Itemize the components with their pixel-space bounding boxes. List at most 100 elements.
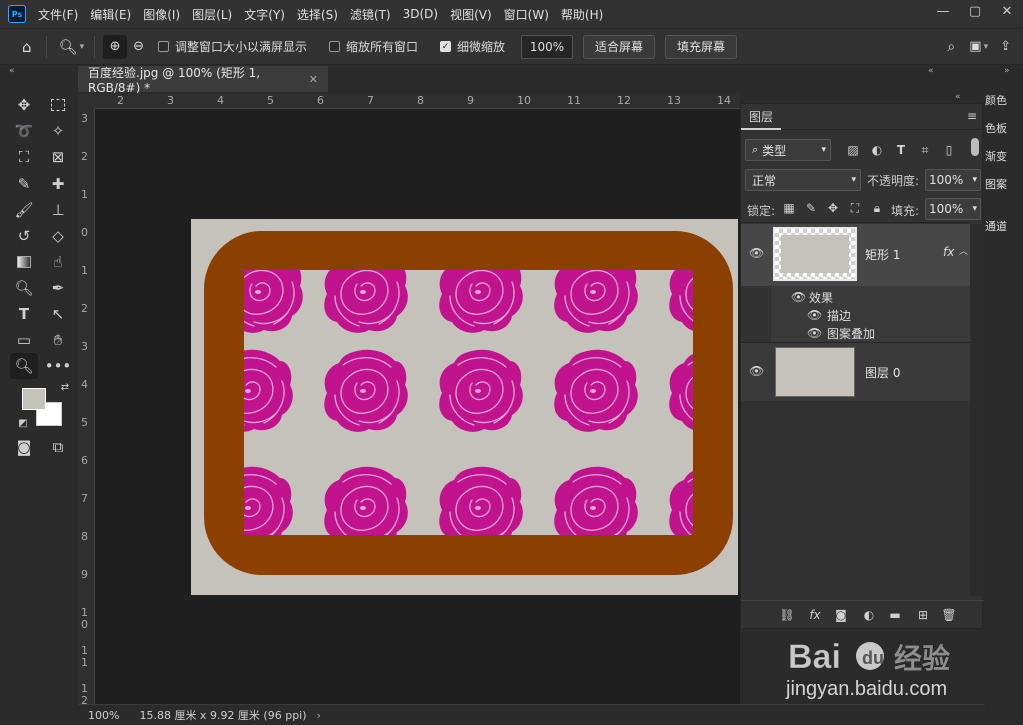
minimize-icon[interactable]: —: [927, 0, 959, 22]
close-window-icon[interactable]: ✕: [991, 0, 1023, 22]
pen-tool-icon[interactable]: ✒: [44, 275, 72, 301]
visibility-eye-icon[interactable]: 👁︎: [807, 308, 822, 322]
menu-image[interactable]: 图像(I): [143, 6, 180, 23]
quick-mask-icon[interactable]: ◙: [10, 434, 38, 460]
swap-colors-icon[interactable]: ⇄: [58, 380, 72, 394]
stamp-tool-icon[interactable]: ⊥: [44, 197, 72, 223]
frame-tool-icon[interactable]: ⊠: [44, 144, 72, 170]
path-select-tool-icon[interactable]: ↖: [44, 301, 72, 327]
tab-layers[interactable]: 图层: [741, 104, 781, 130]
vertical-ruler[interactable]: 32101234567891 01 11 2: [78, 109, 95, 707]
zoom-tool-preset-icon[interactable]: 🔍︎: [59, 38, 78, 56]
opacity-field[interactable]: 100% ▾: [925, 169, 981, 191]
dock-gradients[interactable]: 渐变: [985, 148, 1023, 164]
chevron-down-icon[interactable]: ▾: [80, 42, 85, 52]
visibility-eye-icon[interactable]: 👁︎: [807, 326, 822, 340]
menu-file[interactable]: 文件(F): [38, 6, 78, 23]
filter-kind-select[interactable]: ⌕ 类型 ▾: [745, 139, 831, 161]
dodge-tool-icon[interactable]: 🔍︎: [10, 275, 38, 301]
gradient-tool-icon[interactable]: [10, 249, 38, 275]
document-canvas[interactable]: [191, 219, 738, 595]
menu-help[interactable]: 帮助(H): [561, 6, 603, 23]
visibility-eye-icon[interactable]: 👁︎: [749, 246, 764, 260]
dock-swatches[interactable]: 色板: [985, 120, 1023, 136]
blend-mode-select[interactable]: 正常 ▾: [745, 169, 861, 191]
add-mask-icon[interactable]: ◙: [833, 607, 849, 623]
smart-object-filter-icon[interactable]: ▯: [941, 142, 957, 158]
menu-window[interactable]: 窗口(W): [504, 6, 549, 23]
menu-type[interactable]: 文字(Y): [244, 6, 285, 23]
fill-field[interactable]: 100% ▾: [925, 198, 981, 220]
expand-dock-icon[interactable]: »: [1004, 66, 1010, 76]
move-tool-icon[interactable]: ✥: [10, 92, 38, 118]
maximize-icon[interactable]: ▢: [959, 0, 991, 22]
visibility-eye-icon[interactable]: 👁︎: [749, 364, 764, 378]
layers-scrollbar[interactable]: [970, 224, 983, 596]
zoom-out-icon[interactable]: ⊖: [133, 39, 144, 54]
zoom-level[interactable]: 100%: [88, 709, 119, 722]
menu-filter[interactable]: 滤镜(T): [350, 6, 391, 23]
type-tool-icon[interactable]: T: [10, 301, 38, 327]
scrubby-zoom-checkbox[interactable]: ✓ 细微缩放: [440, 38, 505, 55]
resize-windows-checkbox[interactable]: 调整窗口大小以满屏显示: [158, 38, 307, 55]
collapse-toolbar-icon[interactable]: «: [9, 66, 15, 76]
effect-pattern-overlay[interactable]: 图案叠加: [827, 325, 875, 342]
delete-layer-icon[interactable]: 🗑︎: [941, 607, 957, 623]
new-layer-icon[interactable]: ⊞: [915, 607, 931, 623]
marquee-tool-icon[interactable]: [44, 92, 72, 118]
zoom-value-field[interactable]: 100%: [521, 34, 574, 59]
zoom-in-icon[interactable]: ⊕: [103, 34, 128, 59]
chevron-right-icon[interactable]: ›: [317, 709, 321, 722]
more-tools-icon[interactable]: •••: [44, 353, 72, 379]
zoom-all-windows-checkbox[interactable]: 缩放所有窗口: [329, 38, 418, 55]
default-colors-icon[interactable]: ◩: [16, 416, 30, 430]
pixel-filter-icon[interactable]: ▨: [845, 142, 861, 158]
magic-wand-tool-icon[interactable]: ✧: [44, 118, 72, 144]
dock-channels[interactable]: 通道: [985, 218, 1023, 234]
adjustment-layer-icon[interactable]: ◐: [861, 607, 877, 623]
history-brush-tool-icon[interactable]: ↺: [10, 223, 38, 249]
eyedropper-tool-icon[interactable]: ✎: [10, 171, 38, 197]
chevron-down-icon[interactable]: ▾: [984, 42, 989, 52]
ruler-origin[interactable]: [78, 93, 95, 109]
dock-color[interactable]: 颜色: [985, 92, 1023, 108]
lock-all-icon[interactable]: 🔒︎: [869, 200, 885, 216]
fx-icon[interactable]: fx: [943, 245, 954, 259]
share-icon[interactable]: ⇪: [1000, 39, 1011, 54]
horizontal-ruler[interactable]: 2 3 4 5 6 7 8 9 10 11 12 13 14: [95, 93, 740, 109]
effect-stroke[interactable]: 描边: [827, 307, 851, 324]
menu-view[interactable]: 视图(V): [450, 6, 492, 23]
collapse-effects-icon[interactable]: ︿: [959, 244, 968, 257]
lock-position-icon[interactable]: ✥: [825, 200, 841, 216]
menu-select[interactable]: 选择(S): [297, 6, 338, 23]
search-icon[interactable]: ⌕: [947, 39, 955, 55]
collapse-panel-icon[interactable]: «: [928, 66, 934, 76]
home-icon[interactable]: ⌂: [22, 38, 32, 56]
type-filter-icon[interactable]: T: [893, 142, 909, 158]
shape-filter-icon[interactable]: ⌗: [917, 142, 933, 158]
lock-pixels-icon[interactable]: ✎: [803, 200, 819, 216]
link-layers-icon[interactable]: ⛓︎: [779, 607, 795, 623]
close-tab-icon[interactable]: ✕: [309, 73, 318, 86]
crop-tool-icon[interactable]: ⛶: [10, 144, 38, 170]
zoom-tool-icon[interactable]: 🔍︎: [10, 353, 38, 379]
healing-brush-tool-icon[interactable]: ✚: [44, 171, 72, 197]
lock-artboard-icon[interactable]: ⛶: [847, 200, 863, 216]
filter-toggle[interactable]: [971, 138, 979, 156]
lock-transparent-icon[interactable]: ▦: [781, 200, 797, 216]
eraser-tool-icon[interactable]: ◇: [44, 223, 72, 249]
fit-screen-button[interactable]: 适合屏幕: [583, 34, 656, 59]
menu-3d[interactable]: 3D(D): [403, 7, 438, 21]
dock-patterns[interactable]: 图案: [985, 176, 1023, 192]
menu-layer[interactable]: 图层(L): [192, 6, 232, 23]
layer-row-layer-0[interactable]: 👁︎ 图层 0: [741, 343, 970, 401]
adjustment-filter-icon[interactable]: ◐: [869, 142, 885, 158]
collapse-panel-icon[interactable]: «: [955, 92, 961, 102]
layer-row-rectangle-1[interactable]: 👁︎ 矩形 1 fx ︿: [741, 224, 970, 286]
workspace-icon[interactable]: ▣: [969, 39, 981, 54]
new-group-icon[interactable]: ▬: [887, 607, 903, 623]
panel-menu-icon[interactable]: ≡: [967, 109, 977, 123]
lasso-tool-icon[interactable]: ➰: [10, 118, 38, 144]
smudge-tool-icon[interactable]: ☝︎: [44, 249, 72, 275]
foreground-color-swatch[interactable]: [22, 388, 46, 410]
